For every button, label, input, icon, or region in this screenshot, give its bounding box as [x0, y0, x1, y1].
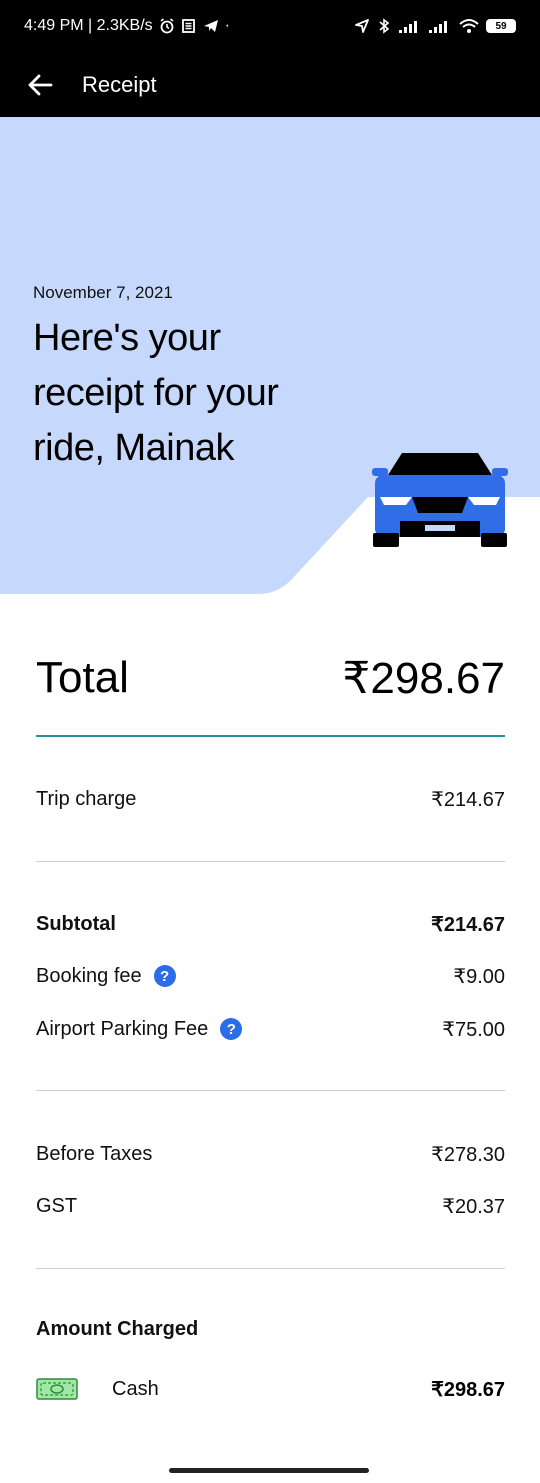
back-button[interactable] — [22, 67, 58, 103]
subtotal-label: Subtotal — [36, 912, 116, 935]
alarm-icon — [160, 18, 174, 34]
airport-parking-label: Airport Parking Fee — [36, 1017, 209, 1040]
bluetooth-icon — [379, 18, 390, 34]
divider — [36, 861, 505, 862]
gst-value: ₹20.37 — [442, 1195, 505, 1218]
news-icon — [181, 19, 195, 33]
before-taxes-value: ₹278.30 — [431, 1143, 505, 1166]
telegram-icon — [203, 20, 218, 32]
airport-parking-row: Airport Parking Fee ? ₹75.00 — [36, 1014, 505, 1044]
status-bar: 4:49 PM | 2.3KB/s · 59 — [0, 0, 540, 52]
booking-fee-label: Booking fee — [36, 964, 142, 987]
dot-icon: · — [224, 17, 230, 34]
receipt-headline: Here's your receipt for your ride, Maina… — [33, 317, 279, 469]
signal-icon-2 — [429, 21, 447, 33]
receipt-date: November 7, 2021 — [33, 283, 173, 302]
payment-row: Cash ₹298.67 — [36, 1373, 505, 1405]
total-label: Total — [36, 653, 129, 702]
before-taxes-row: Before Taxes ₹278.30 — [36, 1139, 505, 1169]
trip-charge-label: Trip charge — [36, 787, 137, 810]
app-bar: Receipt — [0, 52, 540, 117]
total-value: ₹298.67 — [342, 653, 505, 703]
booking-fee-help-icon[interactable]: ? — [153, 965, 176, 987]
receipt-hero: November 7, 2021 Here's your receipt for… — [0, 117, 540, 594]
subtotal-row: Subtotal ₹214.67 — [36, 909, 505, 939]
cash-icon — [36, 1378, 78, 1400]
car-icon — [372, 453, 508, 547]
amount-charged-title: Amount Charged — [36, 1318, 199, 1340]
location-icon — [355, 19, 369, 33]
total-row: Total ₹298.67 — [36, 648, 505, 708]
booking-fee-value: ₹9.00 — [453, 965, 505, 988]
payment-method: Cash — [112, 1377, 159, 1400]
airport-parking-help-icon[interactable]: ? — [220, 1018, 243, 1040]
before-taxes-label: Before Taxes — [36, 1142, 153, 1165]
signal-icon — [399, 21, 417, 33]
gst-row: GST ₹20.37 — [36, 1191, 505, 1221]
total-divider — [36, 735, 505, 737]
divider — [36, 1268, 505, 1269]
payment-amount: ₹298.67 — [431, 1378, 505, 1401]
gst-label: GST — [36, 1194, 78, 1217]
trip-charge-row: Trip charge ₹214.67 — [36, 784, 505, 814]
home-indicator[interactable] — [169, 1468, 369, 1473]
battery-icon: 59 — [486, 19, 516, 33]
back-arrow-icon — [28, 74, 53, 95]
divider — [36, 1090, 505, 1091]
booking-fee-row: Booking fee ? ₹9.00 — [36, 961, 505, 991]
status-time: 4:49 PM | 2.3KB/s — [24, 17, 153, 34]
subtotal-value: ₹214.67 — [431, 913, 505, 936]
wifi-icon — [459, 19, 479, 33]
airport-parking-value: ₹75.00 — [442, 1018, 505, 1041]
page-title: Receipt — [82, 71, 157, 97]
trip-charge-value: ₹214.67 — [431, 788, 505, 811]
